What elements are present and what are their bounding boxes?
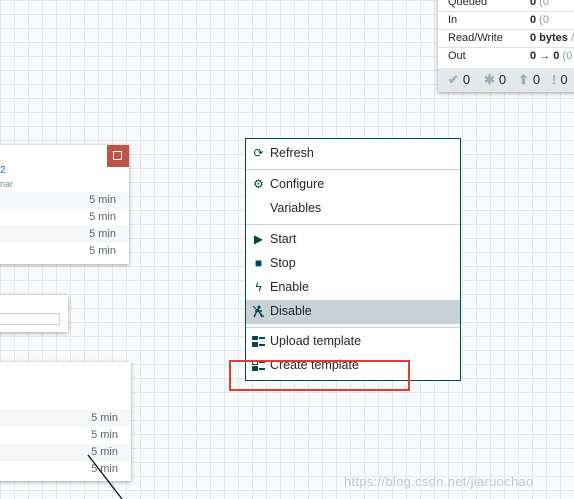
stat-row-queued: Queued 0 (0	[438, 0, 574, 12]
count-stopped: ✱ 0	[484, 72, 507, 87]
stat-value: 0 (0	[530, 14, 549, 26]
stat-value: 0 (0	[530, 0, 549, 8]
menu-item-enable[interactable]: ϟ Enable	[246, 276, 460, 300]
disable-icon	[252, 305, 265, 318]
menu-item-upload-template[interactable]: Upload template	[246, 330, 460, 354]
stat-label: Read/Write	[448, 32, 503, 44]
stat-row: 5 min	[89, 211, 116, 223]
bulletin-icon[interactable]	[107, 145, 129, 167]
count-running: ✔ 0	[448, 72, 471, 87]
gear-icon: ⚙	[253, 177, 264, 191]
stat-row: 5 min	[91, 429, 118, 441]
menu-item-disable[interactable]: Disable	[246, 300, 460, 324]
check-icon: ✔	[448, 72, 459, 87]
count-errors: ! 0	[552, 72, 568, 87]
exclamation-circle-icon: !	[552, 72, 557, 87]
stop-icon: ■	[254, 256, 263, 270]
up-arrow-circle-icon: ⬆	[518, 72, 529, 87]
menu-item-stop[interactable]: ■ Stop	[246, 252, 460, 276]
processor-name: 2	[0, 165, 6, 176]
stat-row: 5 min	[89, 245, 116, 257]
menu-item-variables[interactable]: Variables	[246, 197, 460, 221]
stat-label: In	[448, 14, 458, 26]
context-menu: ⟳ Refresh ⚙ Configure Variables ▶ Start …	[245, 138, 461, 381]
stat-row-out: Out 0 → 0 (0	[438, 48, 574, 65]
process-group-status-card: Queued 0 (0 In 0 (0 Read/Write 0 bytes /…	[438, 0, 574, 92]
stat-label: Queued	[448, 0, 488, 8]
watermark-text: https://blog.csdn.net/jiaruochao	[344, 474, 534, 489]
menu-item-start[interactable]: ▶ Start	[246, 228, 460, 252]
connection-line[interactable]	[80, 450, 130, 499]
annotation-highlight-box	[229, 360, 410, 391]
lightning-icon: ϟ	[255, 280, 262, 294]
stat-value: 0 → 0 (0	[530, 50, 573, 62]
stat-row: 5 min	[0, 192, 129, 209]
upload-template-icon	[252, 335, 265, 348]
stat-row: 5 min	[0, 226, 129, 243]
count-up-to-date: ⬆ 0	[518, 72, 541, 87]
stat-row: 5 min	[0, 410, 131, 427]
stat-value: 0 bytes /	[530, 32, 574, 44]
component-counts-bar: ✔ 0 ✱ 0 ⬆ 0 ! 0	[438, 68, 574, 92]
processor-card[interactable]: 2 nar 5 min 5 min 5 min 5 min	[0, 145, 129, 264]
menu-item-refresh[interactable]: ⟳ Refresh	[246, 142, 460, 166]
menu-item-configure[interactable]: ⚙ Configure	[246, 173, 460, 197]
processor-type: nar	[0, 179, 14, 189]
stat-row-read-write: Read/Write 0 bytes /	[438, 30, 574, 48]
play-icon: ▶	[253, 232, 264, 246]
asterisk-icon: ✱	[484, 72, 495, 87]
connection-label[interactable]	[0, 295, 68, 332]
stat-label: Out	[448, 50, 466, 62]
stat-row-in: In 0 (0	[438, 12, 574, 30]
refresh-icon: ⟳	[253, 146, 264, 160]
